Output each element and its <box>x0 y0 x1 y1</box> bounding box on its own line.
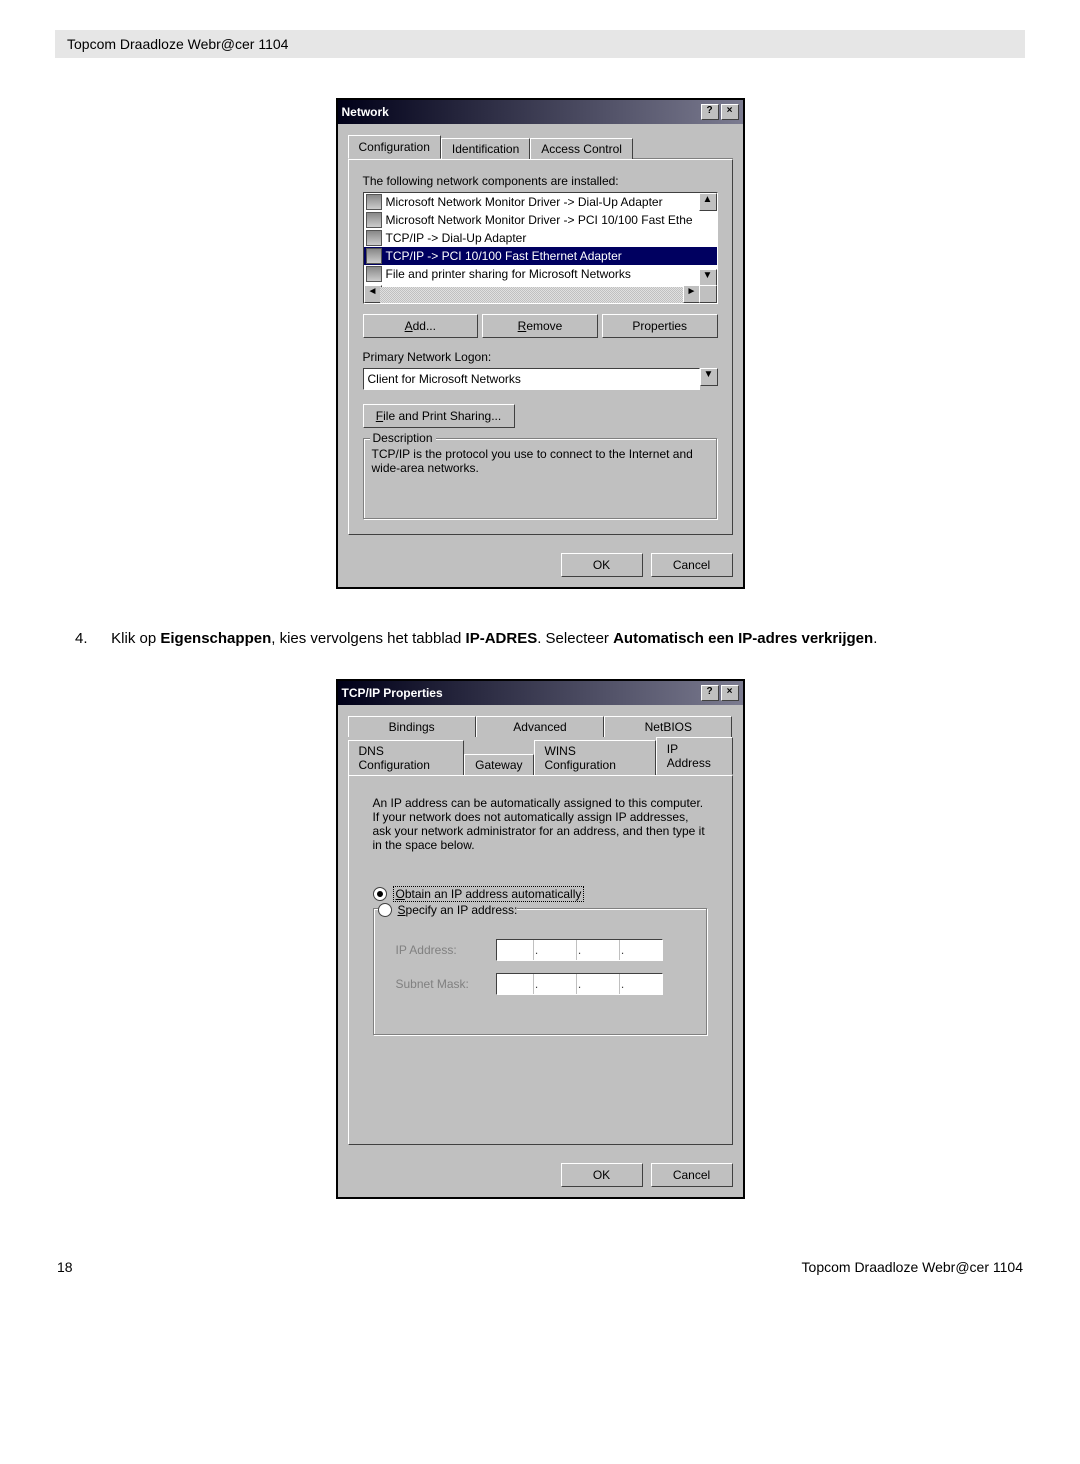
protocol-icon <box>366 248 382 264</box>
step-number: 4. <box>75 629 107 649</box>
help-icon[interactable]: ? <box>701 685 719 701</box>
tab-gateway[interactable]: Gateway <box>464 754 533 775</box>
components-listbox[interactable]: Microsoft Network Monitor Driver -> Dial… <box>363 192 718 304</box>
tab-bindings[interactable]: Bindings <box>348 716 476 737</box>
tab-netbios[interactable]: NetBIOS <box>604 716 732 737</box>
service-icon <box>366 266 382 282</box>
description-text: TCP/IP is the protocol you use to connec… <box>372 447 709 475</box>
radio-auto-label: Obtain an IP address automatically <box>393 886 585 902</box>
primary-logon-value: Client for Microsoft Networks <box>363 368 700 390</box>
ok-button[interactable]: OK <box>561 553 643 577</box>
tab-access-control[interactable]: Access Control <box>530 138 633 159</box>
radio-specify-label: Specify an IP address: <box>398 903 518 917</box>
list-item[interactable]: File and printer sharing for Microsoft N… <box>364 265 717 283</box>
dialog-title: Network <box>342 105 389 119</box>
subnet-mask-label: Subnet Mask: <box>396 977 486 991</box>
list-item[interactable]: Microsoft Network Monitor Driver -> Dial… <box>364 193 717 211</box>
protocol-icon <box>366 230 382 246</box>
page-footer: 18 Topcom Draadloze Webr@cer 1104 <box>55 1259 1025 1275</box>
page-number: 18 <box>57 1259 73 1275</box>
close-icon[interactable]: × <box>721 104 739 120</box>
dialog-title: TCP/IP Properties <box>342 686 443 700</box>
info-text: An IP address can be automatically assig… <box>363 790 718 862</box>
tcpip-dialog: TCP/IP Properties ? × Bindings Advanced … <box>336 679 745 1199</box>
protocol-icon <box>366 212 382 228</box>
tab-dns[interactable]: DNS Configuration <box>348 740 465 775</box>
cancel-button[interactable]: Cancel <box>651 1163 733 1187</box>
scroll-up-icon[interactable]: ▲ <box>699 193 717 211</box>
ok-button[interactable]: OK <box>561 1163 643 1187</box>
scroll-track[interactable] <box>380 287 685 303</box>
titlebar: Network ? × <box>338 100 743 124</box>
description-legend: Description <box>370 431 436 445</box>
radio-obtain-auto[interactable]: Obtain an IP address automatically <box>373 886 708 902</box>
components-label: The following network components are ins… <box>363 174 718 188</box>
cancel-button[interactable]: Cancel <box>651 553 733 577</box>
subnet-mask-field: ... <box>496 973 663 995</box>
close-icon[interactable]: × <box>721 685 739 701</box>
tab-identification[interactable]: Identification <box>441 138 530 159</box>
add-button[interactable]: Add... <box>363 314 479 338</box>
primary-logon-label: Primary Network Logon: <box>363 350 718 364</box>
scroll-corner <box>699 285 717 303</box>
help-icon[interactable]: ? <box>701 104 719 120</box>
radio-specify[interactable]: Specify an IP address: <box>378 903 518 917</box>
primary-logon-select[interactable]: Client for Microsoft Networks ▼ <box>363 368 718 390</box>
ip-address-field: ... <box>496 939 663 961</box>
radio-icon <box>378 903 392 917</box>
instruction-step-4: 4. Klik op Eigenschappen, kies vervolgen… <box>75 629 1025 649</box>
network-dialog: Network ? × Configuration Identification… <box>336 98 745 589</box>
list-item[interactable]: Microsoft Network Monitor Driver -> PCI … <box>364 211 717 229</box>
dropdown-icon[interactable]: ▼ <box>700 368 718 386</box>
tab-ip-address[interactable]: IP Address <box>656 737 733 775</box>
tab-wins[interactable]: WINS Configuration <box>534 740 656 775</box>
titlebar: TCP/IP Properties ? × <box>338 681 743 705</box>
protocol-icon <box>366 194 382 210</box>
remove-button[interactable]: Remove <box>482 314 598 338</box>
footer-product: Topcom Draadloze Webr@cer 1104 <box>802 1259 1023 1275</box>
tab-advanced[interactable]: Advanced <box>476 716 604 737</box>
header-title: Topcom Draadloze Webr@cer 1104 <box>67 36 288 52</box>
tabstrip-row1: Bindings Advanced NetBIOS <box>348 715 733 736</box>
ip-address-label: IP Address: <box>396 943 486 957</box>
tab-configuration[interactable]: Configuration <box>348 135 441 159</box>
file-print-sharing-button[interactable]: File and Print Sharing... <box>363 404 515 428</box>
radio-icon <box>373 887 387 901</box>
tabstrip: Configuration Identification Access Cont… <box>348 134 733 159</box>
tabstrip-row2: DNS Configuration Gateway WINS Configura… <box>348 736 733 775</box>
properties-button[interactable]: Properties <box>602 314 718 338</box>
list-item-selected[interactable]: TCP/IP -> PCI 10/100 Fast Ethernet Adapt… <box>364 247 717 265</box>
page-header: Topcom Draadloze Webr@cer 1104 <box>55 30 1025 58</box>
list-item[interactable]: TCP/IP -> Dial-Up Adapter <box>364 229 717 247</box>
